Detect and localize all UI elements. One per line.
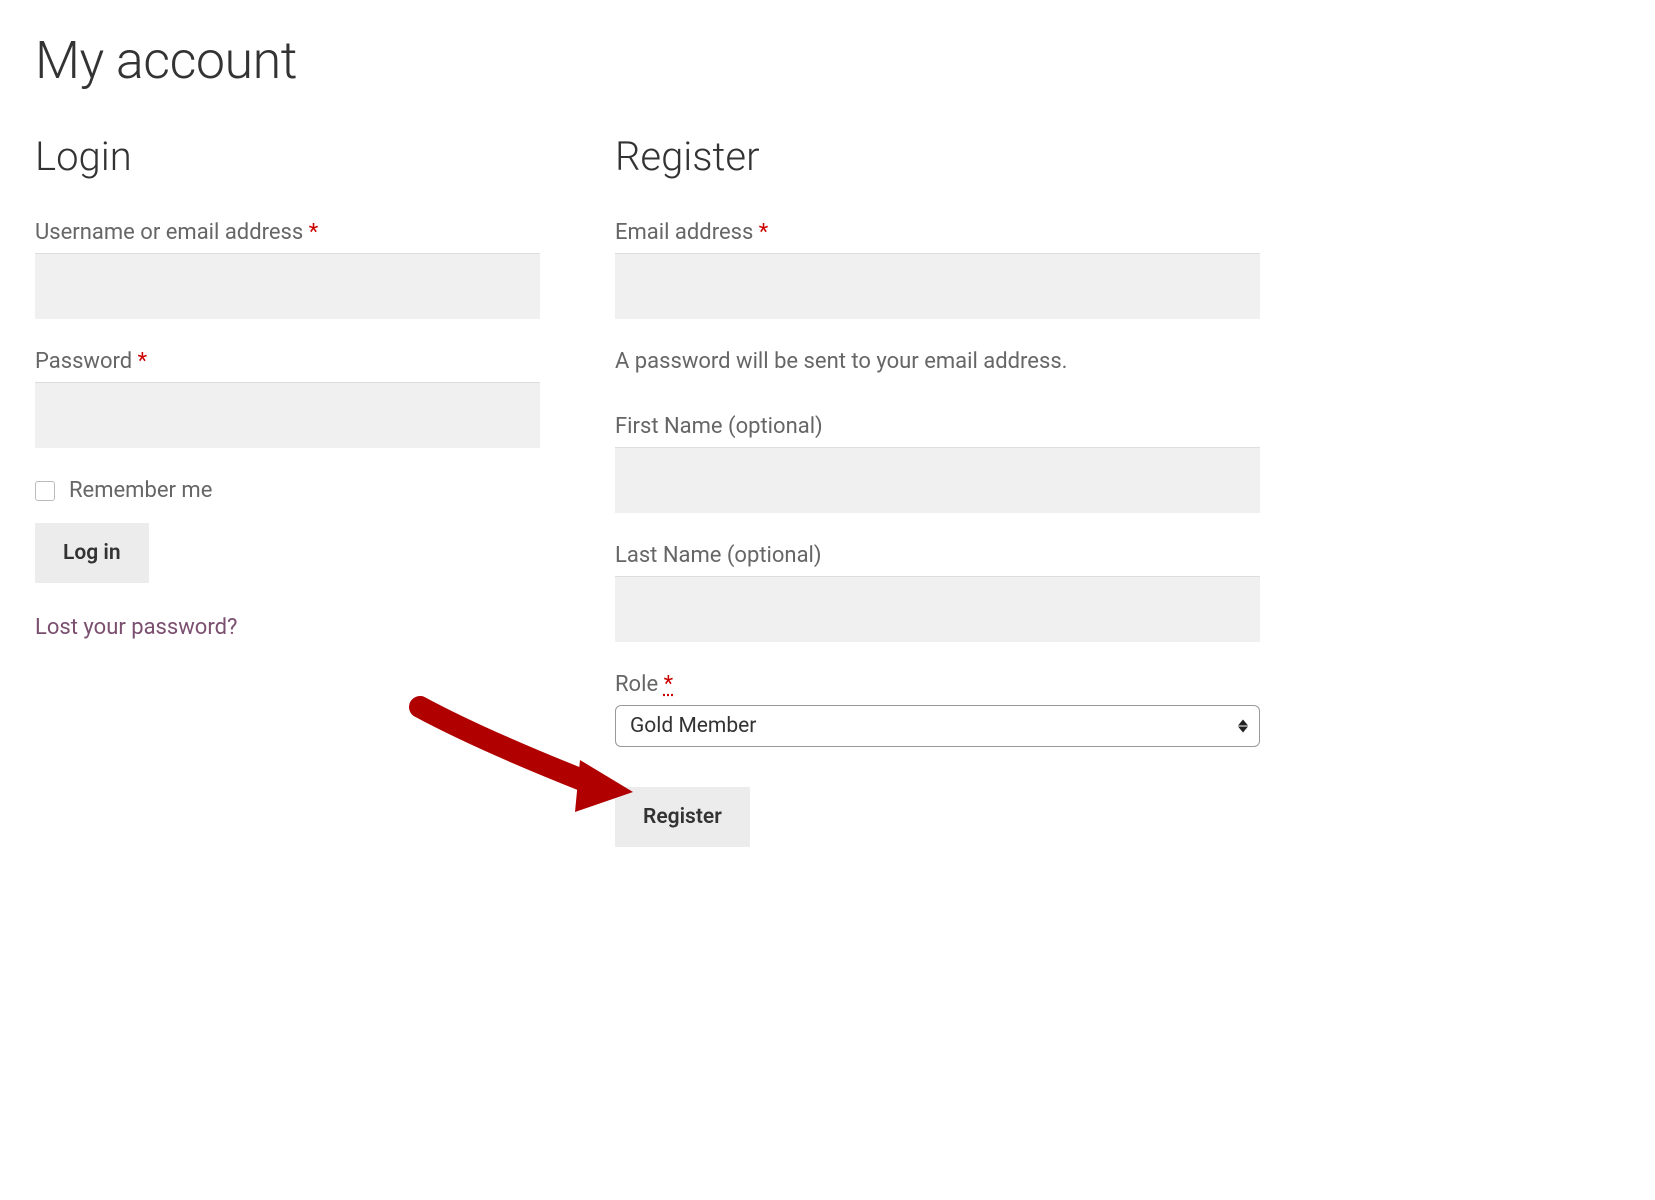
lost-password-link[interactable]: Lost your password?: [35, 615, 237, 640]
login-username-input[interactable]: [35, 253, 540, 319]
page-title: My account: [35, 30, 1620, 91]
login-password-input[interactable]: [35, 382, 540, 448]
login-heading: Login: [35, 133, 540, 180]
required-marker: *: [664, 672, 673, 697]
register-email-input[interactable]: [615, 253, 1260, 319]
login-username-label: Username or email address *: [35, 220, 540, 245]
register-lastname-input[interactable]: [615, 576, 1260, 642]
register-button[interactable]: Register: [615, 787, 750, 847]
required-marker: *: [759, 220, 768, 245]
register-firstname-field: First Name (optional): [615, 414, 1260, 513]
password-hint-text: A password will be sent to your email ad…: [615, 349, 1260, 374]
register-firstname-label: First Name (optional): [615, 414, 1260, 439]
register-column: Register Email address * A password will…: [615, 133, 1260, 847]
login-column: Login Username or email address * Passwo…: [35, 133, 540, 847]
register-lastname-label: Last Name (optional): [615, 543, 1260, 568]
register-lastname-field: Last Name (optional): [615, 543, 1260, 642]
login-password-field: Password *: [35, 349, 540, 448]
login-password-label: Password *: [35, 349, 540, 374]
remember-me-label[interactable]: Remember me: [69, 478, 212, 503]
login-username-field: Username or email address *: [35, 220, 540, 319]
login-button[interactable]: Log in: [35, 523, 149, 583]
register-email-label: Email address *: [615, 220, 1260, 245]
register-role-field: Role * Gold Member: [615, 672, 1260, 747]
register-firstname-input[interactable]: [615, 447, 1260, 513]
register-email-field: Email address *: [615, 220, 1260, 319]
remember-me-checkbox[interactable]: [35, 481, 55, 501]
required-marker: *: [138, 349, 147, 374]
required-marker: *: [309, 220, 318, 245]
register-heading: Register: [615, 133, 1260, 180]
columns-layout: Login Username or email address * Passwo…: [35, 133, 1620, 847]
register-role-label: Role *: [615, 672, 1260, 697]
register-role-select[interactable]: Gold Member: [615, 705, 1260, 747]
